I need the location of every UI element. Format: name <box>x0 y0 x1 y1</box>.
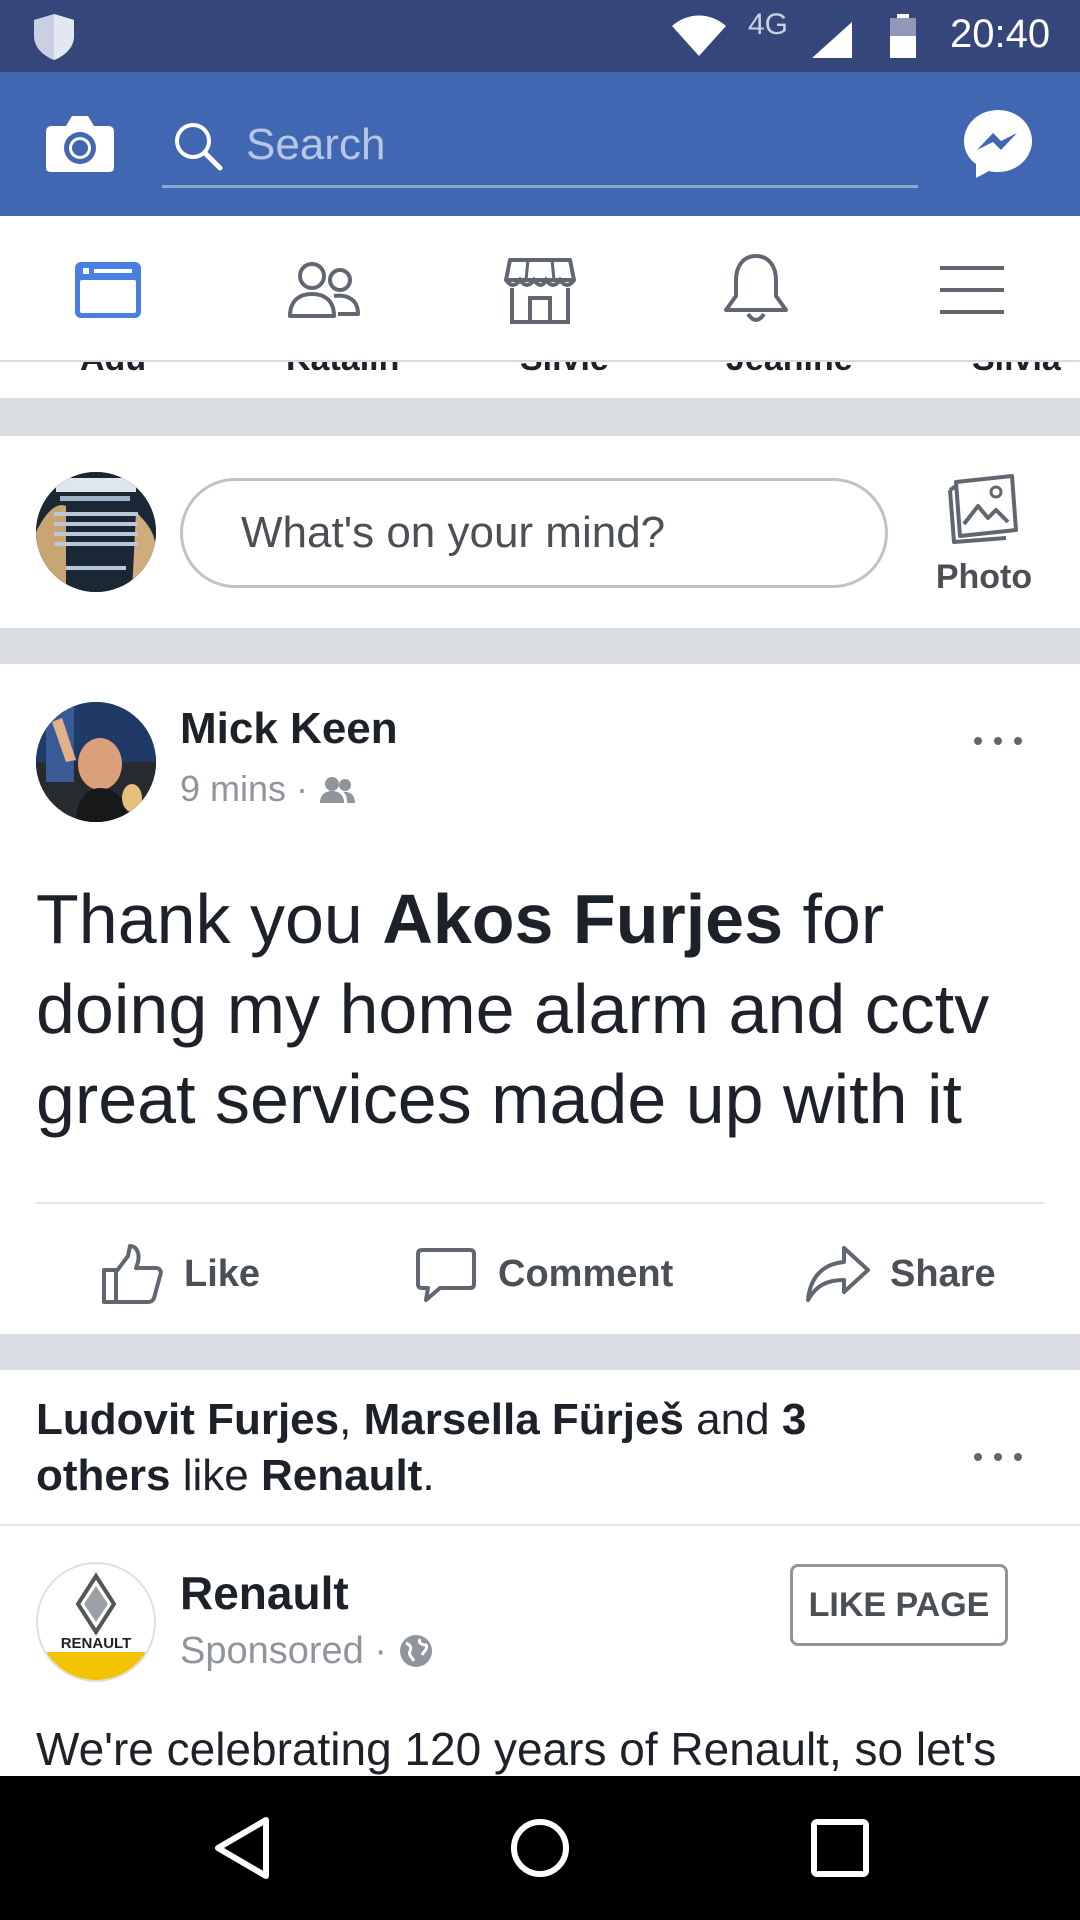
post-author[interactable]: Mick Keen <box>180 704 398 754</box>
post-divider <box>36 1202 1044 1204</box>
tab-news-feed[interactable] <box>68 250 148 330</box>
tab-marketplace[interactable] <box>500 250 580 330</box>
tab-menu[interactable] <box>932 250 1012 330</box>
stories-row[interactable]: Adu Katalin Silvie Jeanine Silvia <box>0 362 1080 398</box>
friend-name[interactable]: Ludovit Furjes <box>36 1395 339 1444</box>
system-nav-bar <box>0 1776 1080 1920</box>
renault-logo-image: RENAULT <box>38 1564 154 1680</box>
logo-text: RENAULT <box>61 1635 132 1652</box>
post-composer: What's on your mind? Photo <box>0 436 1080 628</box>
social-context-header: Ludovit Furjes, Marsella Fürješ and 3 ot… <box>0 1370 1080 1526</box>
profile-picture <box>36 472 156 592</box>
share-button[interactable]: Share <box>806 1238 996 1310</box>
photo-label: Photo <box>935 558 1033 596</box>
thumbs-up-icon <box>102 1244 163 1304</box>
whats-on-your-mind-input[interactable]: What's on your mind? <box>180 478 888 588</box>
like-page-button[interactable]: LIKE PAGE <box>790 1564 1008 1646</box>
meta-separator: · <box>374 1630 388 1672</box>
text-separator: , <box>339 1395 364 1444</box>
sponsored-meta: Sponsored · <box>180 1630 434 1673</box>
wifi-icon <box>672 15 726 56</box>
signal-icon <box>812 22 852 58</box>
recents-icon[interactable] <box>804 1812 876 1884</box>
profile-picture <box>36 702 156 822</box>
story-name: Silvia <box>972 362 1061 379</box>
app-header <box>0 72 1080 216</box>
more-options-icon[interactable] <box>968 726 1028 756</box>
photo-icon <box>948 474 1018 544</box>
others-count[interactable]: 3 <box>782 1395 806 1444</box>
likes-text: like <box>170 1451 261 1500</box>
story-name: Adu <box>80 362 146 379</box>
social-context-text: Ludovit Furjes, Marsella Fürješ and 3 ot… <box>36 1392 916 1504</box>
story-name: Katalin <box>286 362 399 379</box>
section-divider <box>0 628 1080 664</box>
bell-icon <box>724 254 788 322</box>
messenger-icon[interactable] <box>960 106 1036 182</box>
more-options-icon[interactable] <box>968 1442 1028 1472</box>
comment-button[interactable]: Comment <box>414 1238 673 1310</box>
back-icon[interactable] <box>206 1812 278 1884</box>
home-icon[interactable] <box>504 1812 576 1884</box>
post-meta: 9 mins · <box>180 768 356 810</box>
story-name: Silvie <box>520 362 609 379</box>
sponsored-label: Sponsored <box>180 1630 364 1672</box>
avatar[interactable] <box>36 702 156 822</box>
friends-audience-icon <box>320 777 356 803</box>
search-bar[interactable] <box>162 102 918 188</box>
photo-button[interactable]: Photo <box>930 472 1038 602</box>
camera-icon[interactable] <box>44 112 116 174</box>
like-label: Like <box>184 1252 261 1295</box>
tab-friends[interactable] <box>284 250 364 330</box>
post-text: Thank you Akos Furjes for doing my home … <box>36 874 1036 1144</box>
sponsored-post: RENAULT Renault Sponsored · LIKE PAGE We… <box>0 1528 1080 1776</box>
others-label[interactable]: others <box>36 1451 170 1500</box>
battery-icon <box>890 14 916 58</box>
tab-bar <box>0 216 1080 362</box>
post-timestamp[interactable]: 9 mins <box>180 768 286 809</box>
text-separator: and <box>683 1395 782 1444</box>
sponsor-name[interactable]: Renault <box>180 1566 349 1620</box>
story-name: Jeanine <box>726 362 853 379</box>
section-divider <box>0 398 1080 436</box>
liked-page-name[interactable]: Renault <box>261 1451 422 1500</box>
renault-logo[interactable]: RENAULT <box>36 1562 156 1682</box>
friend-name[interactable]: Marsella Fürješ <box>364 1395 684 1444</box>
marketplace-icon <box>504 258 576 324</box>
like-button[interactable]: Like <box>100 1238 260 1310</box>
hamburger-menu-icon <box>940 266 1004 314</box>
friends-icon <box>288 262 360 318</box>
globe-icon <box>399 1635 432 1667</box>
meta-separator: · <box>296 768 309 809</box>
comment-icon <box>416 1248 476 1302</box>
tab-notifications[interactable] <box>716 250 796 330</box>
status-bar: 4G 20:40 <box>0 0 1080 72</box>
share-label: Share <box>890 1252 996 1295</box>
share-icon <box>806 1246 870 1302</box>
sponsored-text: We're celebrating 120 years of Renault, … <box>36 1723 997 1775</box>
avatar[interactable] <box>36 472 156 592</box>
shield-icon <box>34 14 74 60</box>
text-separator: . <box>422 1451 435 1500</box>
clock: 20:40 <box>950 12 1051 56</box>
section-divider <box>0 1334 1080 1370</box>
search-icon <box>175 123 223 171</box>
news-feed-icon <box>75 262 141 318</box>
network-type: 4G <box>748 8 789 41</box>
comment-label: Comment <box>498 1252 674 1295</box>
feed-post: Mick Keen 9 mins · Thank you Akos Furjes… <box>0 664 1080 1334</box>
search-input[interactable] <box>246 110 886 180</box>
post-mention[interactable]: Akos Furjes <box>382 880 783 958</box>
post-text-before: Thank you <box>36 880 383 958</box>
